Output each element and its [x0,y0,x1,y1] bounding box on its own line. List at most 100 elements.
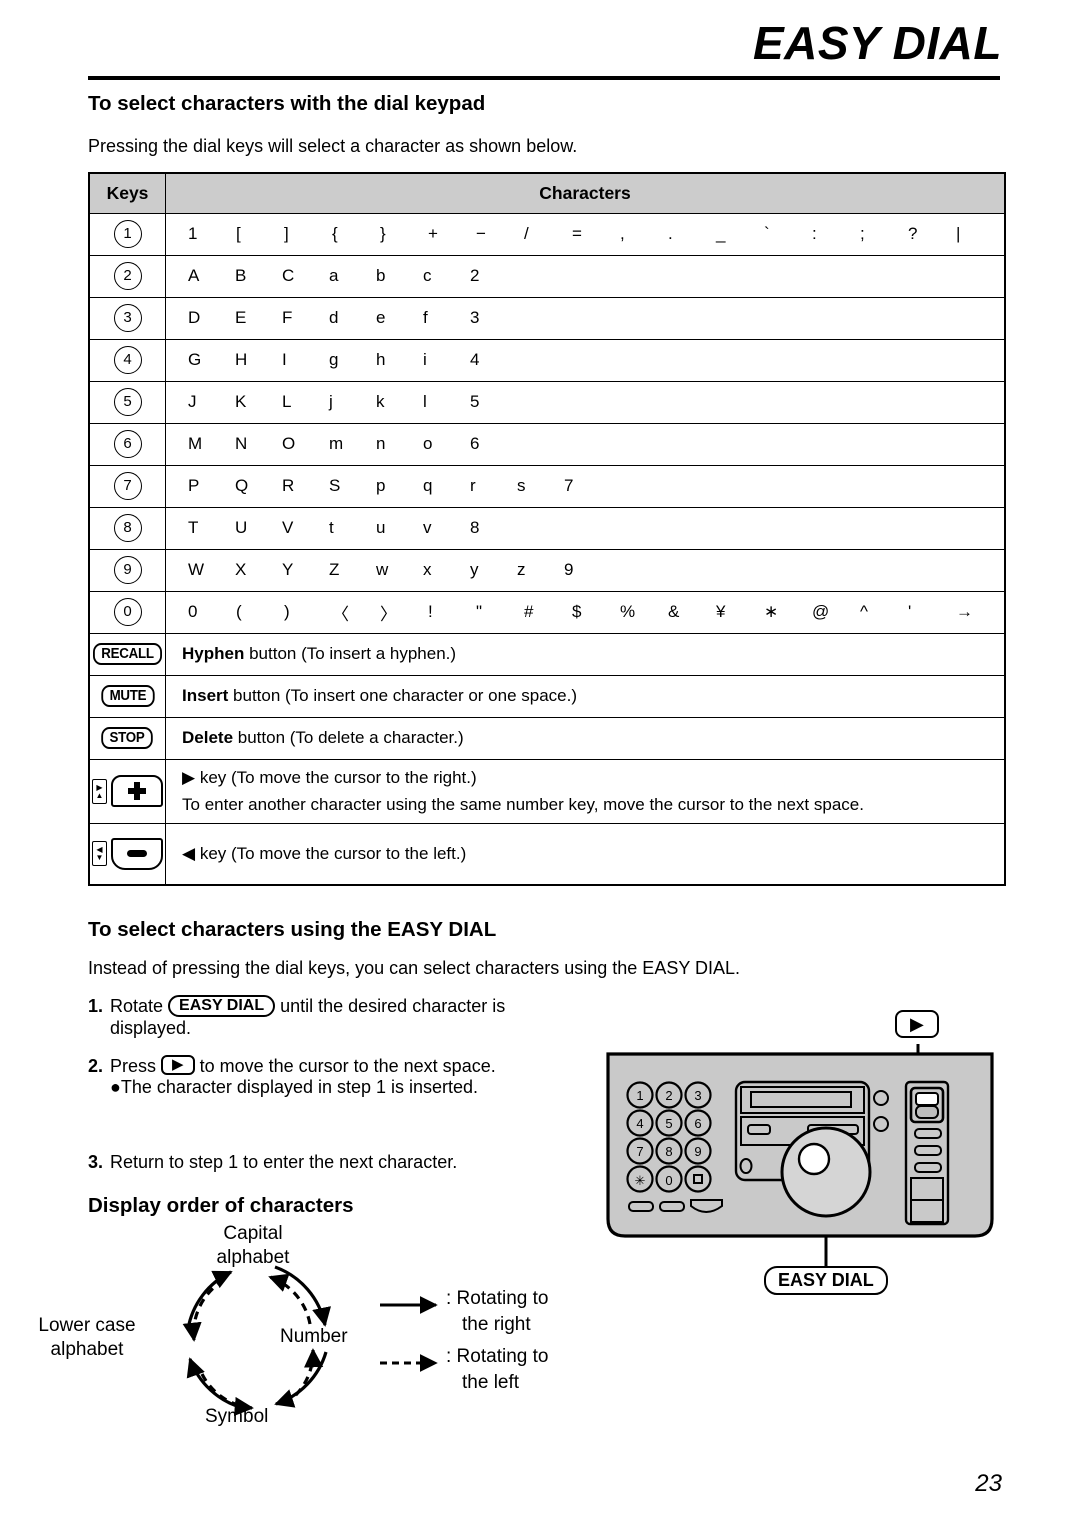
mute-button-icon: MUTE [100,685,155,707]
key-cell-3: 3 [88,296,167,340]
character-glyph: 8 [470,518,480,537]
character-glyph: [ [236,224,241,243]
key-cell-1: 1 [88,212,167,256]
description-bold-term: Hyphen [182,644,245,663]
table-row: ▶ ▲ ▶ key (To move the cursor to the right… [88,758,1006,824]
key-cell-4: 4 [88,338,167,382]
character-glyph: ; [860,224,865,243]
character-glyph: b [376,266,386,285]
svg-text:9: 9 [694,1144,701,1159]
step-text-cont: to move the cursor to the next space. [194,1056,496,1076]
nav-description-line2: To enter another character using the sam… [182,794,864,814]
step-number: 3. [88,1152,104,1172]
svg-text:5: 5 [665,1116,672,1131]
character-glyph: m [329,434,344,453]
character-glyph: E [235,308,247,327]
character-glyph: − [476,224,486,243]
step-text: Press [110,1056,162,1076]
key-cell-7: 7 [88,464,167,508]
key-cell-recall: RECALL [88,632,167,676]
cycle-node-number: Number [280,1326,348,1347]
cycle-node-capital-line1: Capital [223,1223,283,1244]
table-row: 1 1 [] {} + − / =,. _ `:;? | [88,212,1006,256]
right-arrow-key-icon[interactable]: ▶ [161,1055,195,1076]
nav-indicator-icon: ▶ ▲ [92,778,107,804]
character-glyph: ` [764,224,770,243]
character-glyph: } [380,224,386,243]
cycle-legend: : Rotating to the right : Rotating to th… [378,1286,608,1406]
svg-text:8: 8 [665,1144,672,1159]
dial-key-9-icon: 9 [113,556,142,584]
table-row: 3 D E Fd e f 3 [88,296,1006,340]
character-glyph: ? [908,224,918,243]
nav-down-minus-key: ◀ ▼ [92,837,163,870]
step-2: 2. Press ▶ to move the cursor to the next… [88,1055,496,1098]
easy-dial-button[interactable]: EASY DIAL [168,995,276,1018]
character-glyph: d [329,308,339,327]
character-glyph: l [423,392,427,411]
header-rule [88,76,1000,80]
character-glyph: Q [235,476,249,495]
character-glyph: x [423,560,432,579]
svg-text:0: 0 [665,1173,672,1188]
character-glyph: ) [284,602,290,621]
description-cell: Insert button (To insert one character o… [165,674,1006,718]
character-glyph: r [470,476,476,495]
characters-cell-1: 1 [] {} + − / =,. _ `:;? | [165,212,1006,256]
character-glyph: 〉 [380,604,398,624]
step-3: 3. Return to step 1 to enter the next cha… [88,1152,457,1173]
description-text: button (To delete a character.) [233,728,464,747]
key-cell-0: 0 [88,590,167,634]
characters-cell-9: W X Y Zw x y z 9 [165,548,1006,592]
section3-heading: Display order of characters [88,1194,354,1217]
legend-dashed-text: : Rotating to the left [446,1344,548,1396]
character-glyph: # [524,602,534,621]
cycle-node-symbol: Symbol [205,1406,269,1427]
character-glyph: 4 [470,350,480,369]
nav-description-line1: ◀ key (To move the cursor to the left.) [182,843,467,863]
step-1: 1. Rotate EASY DIAL until the desired cha… [88,995,505,1039]
section1-intro: Pressing the dial keys will select a cha… [88,136,578,156]
character-glyph: M [188,434,203,453]
description-text: button (To insert a hyphen.) [244,644,457,663]
table-row: STOP Delete button (To delete a character… [88,716,1006,760]
minus-key-icon [111,837,163,870]
nav-description-line1: ▶ key (To move the cursor to the right.) [182,767,477,787]
description-bold-term: Insert [182,686,229,705]
table-row: RECALL Hyphen button (To insert a hyphen.… [88,632,1006,676]
cycle-node-capital-line2: alphabet [216,1247,290,1268]
page-number: 23 [975,1470,1002,1497]
character-glyph: ¥ [716,602,726,621]
step-number: 2. [88,1056,104,1076]
character-glyph: J [188,392,197,411]
character-glyph: U [235,518,248,537]
characters-cell-7: P Q R Sp q r s 7 [165,464,1006,508]
legend-dashed-line2: the left [462,1372,520,1393]
character-glyph: 7 [564,476,574,495]
character-glyph: : [812,224,817,243]
character-glyph: t [329,518,334,537]
dial-key-5-icon: 5 [113,388,142,416]
key-cell-2: 2 [88,254,167,298]
table-row: 7 P Q R Sp q r s 7 [88,464,1006,508]
plus-key-icon [111,775,163,807]
description-bold-term: Delete [182,728,234,747]
character-glyph: k [376,392,385,411]
character-glyph: & [668,602,680,621]
character-glyph: D [188,308,201,327]
character-glyph: B [235,266,247,285]
key-cell-nav-down-minus-key: ◀ ▼ [88,822,167,886]
character-glyph: V [282,518,294,537]
character-glyph: 2 [470,266,480,285]
svg-text:3: 3 [694,1088,701,1103]
character-glyph: S [329,476,341,495]
character-glyph: 0 [188,602,198,621]
nav-up-plus-key: ▶ ▲ [92,775,163,807]
character-glyph: 6 [470,434,480,453]
cycle-node-capital: Capital alphabet [198,1222,308,1270]
character-glyph: H [235,350,248,369]
step-text: Rotate [110,996,169,1016]
legend-dashed-line1: : Rotating to [446,1346,549,1367]
table-row: 8 T U Vt u v 8 [88,506,1006,550]
legend-solid-line1: : Rotating to [446,1288,549,1309]
